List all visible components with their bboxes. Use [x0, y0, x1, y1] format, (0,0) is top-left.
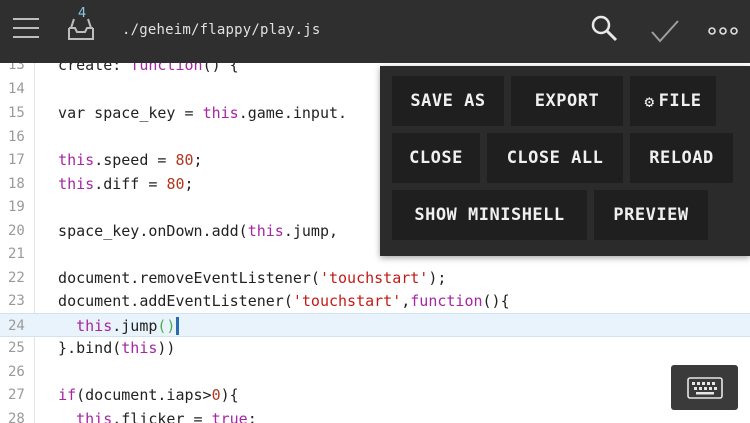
- code-text: this.diff = 80;: [58, 174, 194, 193]
- show-minishell-button[interactable]: SHOW MINISHELL: [392, 190, 587, 240]
- search-icon[interactable]: [590, 14, 618, 42]
- code-text: this.jump(): [40, 314, 180, 338]
- file-path: ./geheim/flappy/play.js: [122, 22, 321, 38]
- line-number: 23: [8, 293, 25, 309]
- line-number: 26: [8, 363, 25, 380]
- line-number: 13: [8, 63, 25, 73]
- code-text: this.flicker = true;: [76, 409, 257, 423]
- code-text: var space_key = this.game.input.: [40, 104, 348, 122]
- line-number: 20: [8, 222, 25, 239]
- code-line[interactable]: 23 document.addEventListener('touchstart…: [0, 289, 750, 313]
- checkmark-icon[interactable]: [650, 18, 680, 44]
- line-number: 22: [8, 269, 25, 286]
- keyboard-toggle-button[interactable]: [671, 365, 738, 410]
- line-number: 16: [8, 128, 25, 145]
- line-number: 24: [8, 317, 25, 334]
- line-number: 28: [8, 410, 25, 423]
- code-line[interactable]: 28 this.flicker = true;: [0, 407, 750, 423]
- code-line-active[interactable]: 24 this.jump(): [0, 312, 750, 338]
- keyboard-icon: [686, 376, 723, 399]
- gear-icon: ⚙: [644, 91, 655, 111]
- line-number: 18: [8, 175, 25, 192]
- code-line[interactable]: 25 }.bind(this)): [0, 336, 750, 360]
- code-line[interactable]: 27 if(document.iaps>0){: [0, 383, 750, 407]
- inbox-badge: 4: [78, 6, 87, 21]
- line-number: 19: [8, 199, 25, 215]
- close-all-button[interactable]: CLOSE ALL: [487, 133, 623, 183]
- code-line[interactable]: 22 document.removeEventListener('touchst…: [0, 266, 750, 290]
- save-as-button[interactable]: SAVE AS: [392, 76, 504, 126]
- file-button-label: FILE: [658, 91, 702, 111]
- line-number: 21: [8, 246, 25, 262]
- code-text: if(document.iaps>0){: [58, 386, 239, 404]
- code-text: this.speed = 80;: [58, 151, 203, 169]
- close-button[interactable]: CLOSE: [392, 133, 480, 183]
- more-options-icon[interactable]: [708, 27, 738, 35]
- line-number: 27: [8, 387, 25, 403]
- line-number: 14: [8, 81, 25, 97]
- top-app-bar: 4 ./geheim/flappy/play.js: [0, 0, 750, 63]
- code-line[interactable]: 26: [0, 360, 750, 384]
- overflow-menu: SAVE AS EXPORT ⚙ FILE CLOSE CLOSE ALL RE…: [380, 66, 750, 256]
- export-button[interactable]: EXPORT: [511, 76, 623, 126]
- code-text: space_key.onDown.add(this.jump,: [40, 221, 339, 240]
- line-number: 17: [8, 152, 25, 168]
- line-number: 15: [8, 105, 25, 121]
- code-text: document.removeEventListener('touchstart…: [40, 268, 447, 287]
- code-text: document.addEventListener('touchstart',f…: [40, 292, 510, 310]
- line-number: 25: [8, 340, 25, 356]
- code-text: create: function() {: [40, 63, 239, 74]
- file-button[interactable]: ⚙ FILE: [630, 76, 716, 126]
- text-cursor: [176, 317, 180, 335]
- hamburger-menu-icon[interactable]: [13, 18, 39, 38]
- preview-button[interactable]: PREVIEW: [594, 190, 708, 240]
- code-text: }.bind(this)): [40, 339, 176, 357]
- reload-button[interactable]: RELOAD: [630, 133, 733, 183]
